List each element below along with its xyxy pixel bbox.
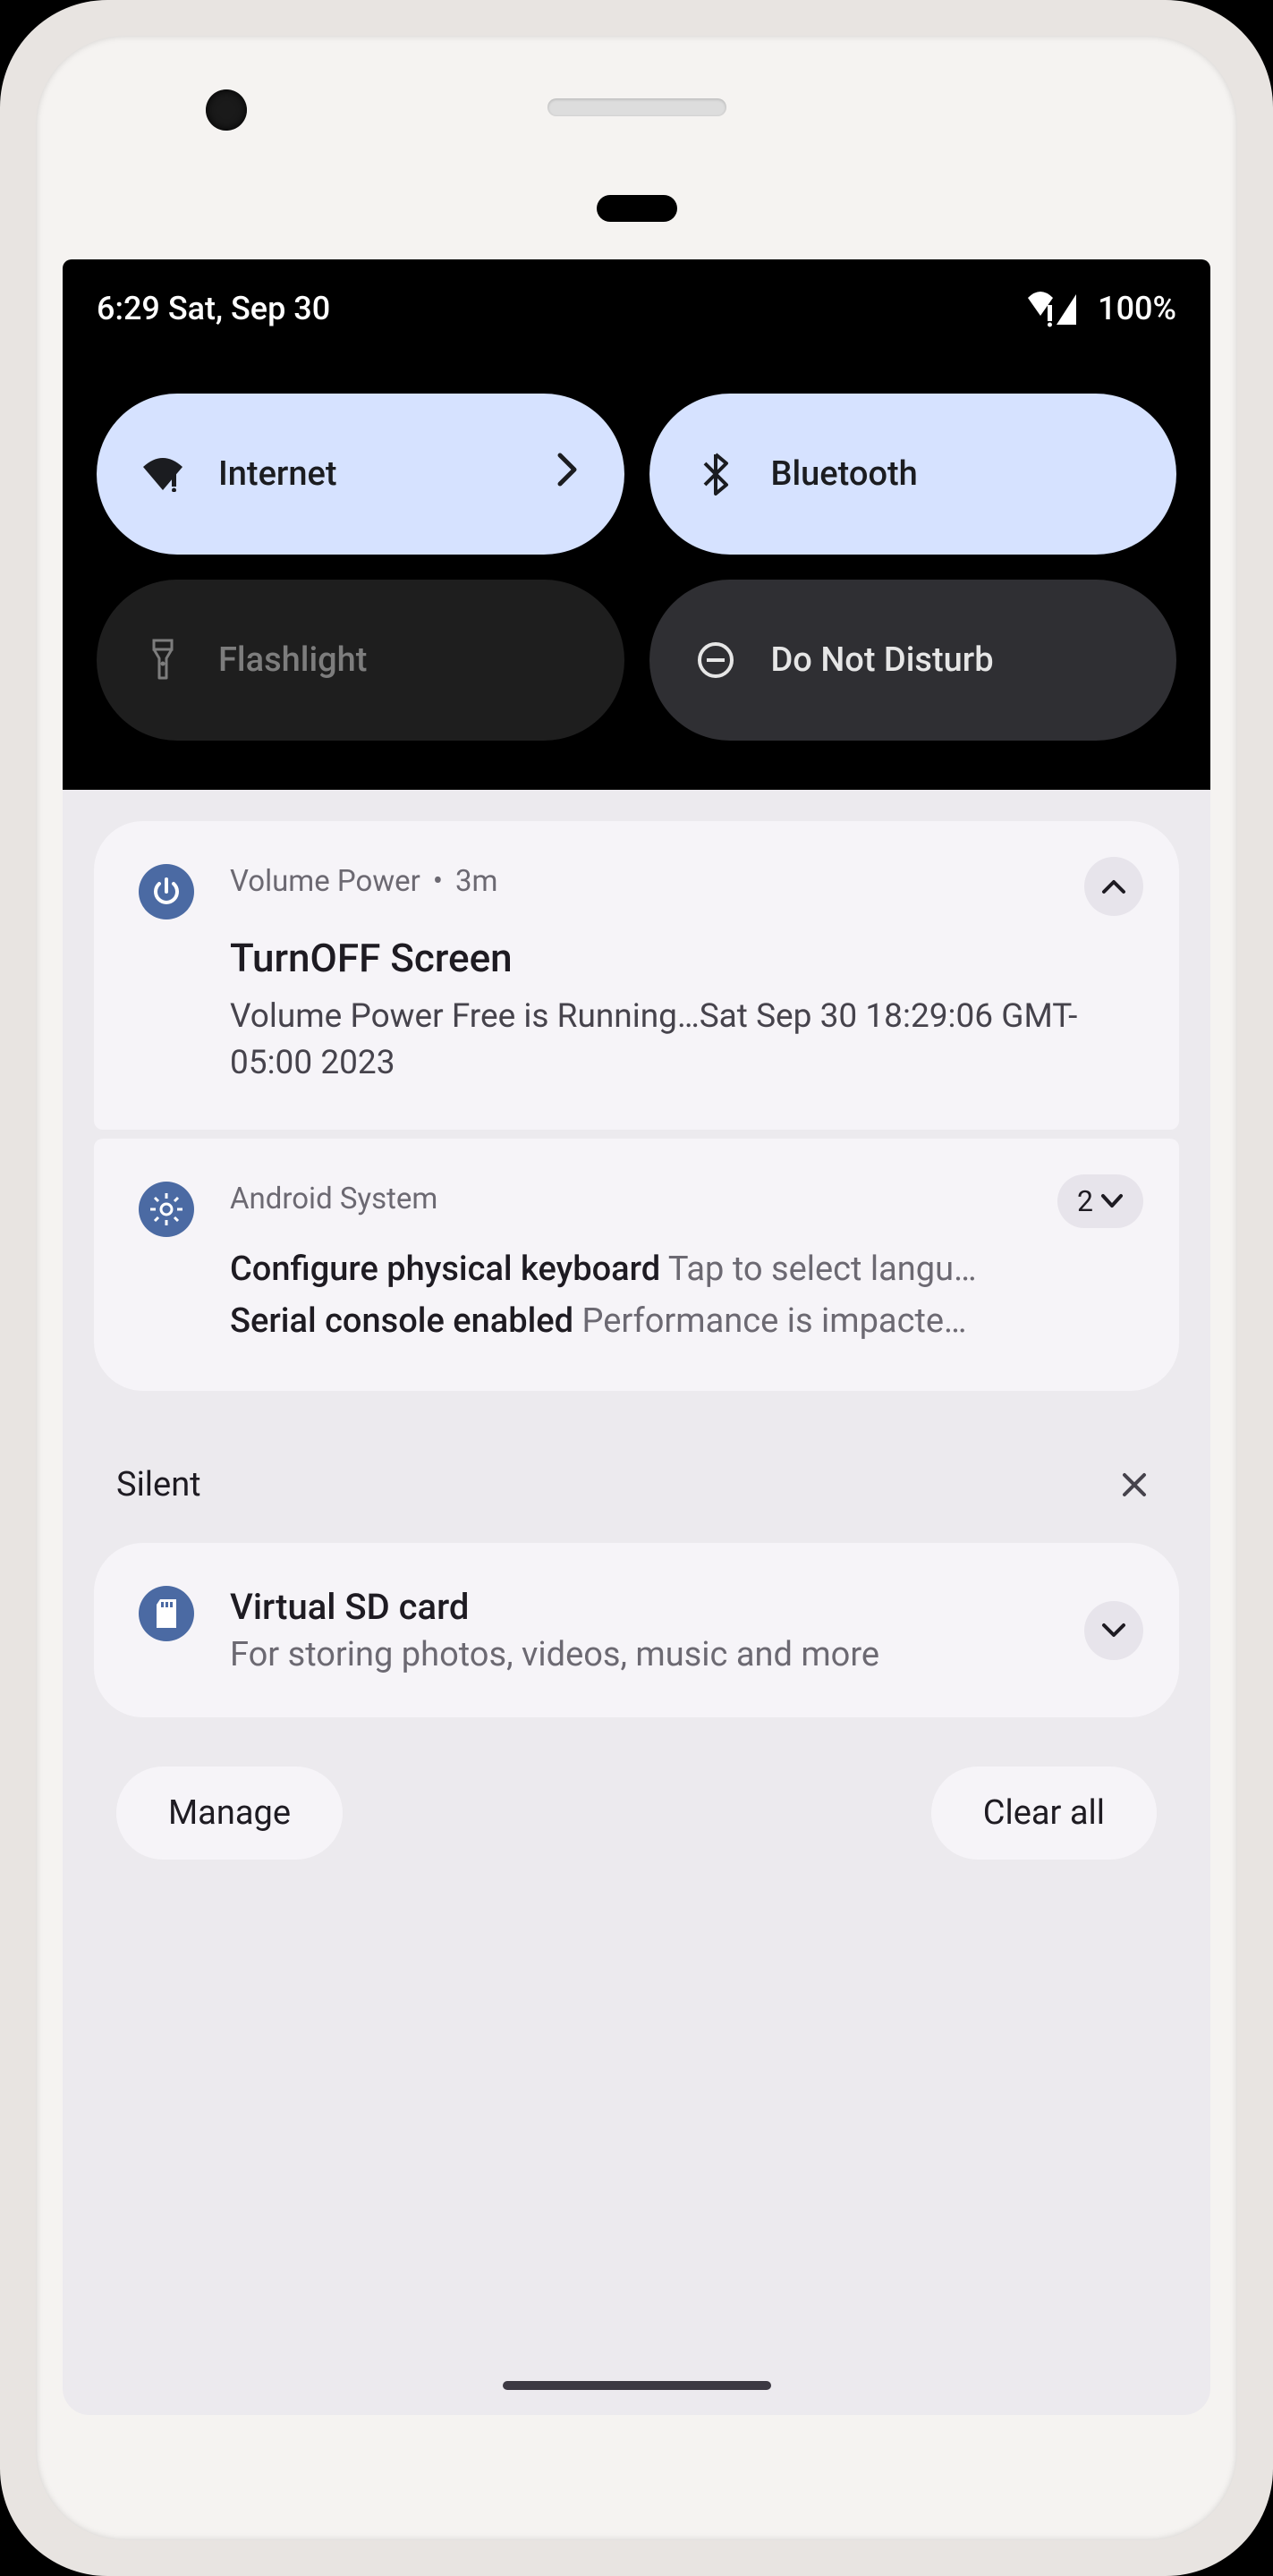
wifi-signal-icons: [1026, 289, 1078, 328]
qs-tile-bluetooth[interactable]: Bluetooth: [649, 394, 1177, 555]
status-clock-date: 6:29 Sat, Sep 30: [97, 290, 330, 327]
notification-line-1: Configure physical keyboard Tap to selec…: [230, 1243, 1134, 1296]
notification-body: Volume Power Free is Running…Sat Sep 30 …: [230, 994, 1134, 1087]
chevron-down-icon: [1100, 1622, 1127, 1640]
bluetooth-icon: [694, 453, 737, 496]
chevron-right-icon: [556, 452, 580, 496]
chevron-up-icon: [1100, 877, 1127, 895]
line-title: Serial console enabled: [230, 1301, 573, 1341]
silent-label: Silent: [116, 1465, 201, 1504]
line-body: Performance is impacte…: [581, 1301, 966, 1341]
device-frame: 6:29 Sat, Sep 30 100%: [0, 0, 1273, 2576]
gear-icon: [139, 1182, 194, 1237]
dismiss-silent-button[interactable]: [1112, 1462, 1157, 1507]
notification-header: Volume Power • 3m: [230, 864, 1134, 899]
clear-all-button[interactable]: Clear all: [931, 1767, 1157, 1860]
notification-body: For storing photos, videos, music and mo…: [230, 1635, 1134, 1674]
clear-all-label: Clear all: [983, 1793, 1105, 1833]
collapse-button[interactable]: [1084, 857, 1143, 916]
quick-settings-tiles: Internet Bluetooth: [97, 394, 1176, 741]
manage-label: Manage: [168, 1793, 291, 1833]
wifi-icon: [141, 453, 184, 496]
notification-region: Volume Power • 3m TurnOFF Screen Volume …: [63, 790, 1210, 1860]
expand-group-button[interactable]: 2: [1057, 1174, 1143, 1228]
status-bar: 6:29 Sat, Sep 30 100%: [97, 259, 1176, 358]
expand-button[interactable]: [1084, 1601, 1143, 1660]
earpiece-speaker: [547, 98, 726, 116]
notification-list: Volume Power • 3m TurnOFF Screen Volume …: [63, 790, 1210, 1391]
qs-dnd-label: Do Not Disturb: [771, 640, 994, 680]
notification-volume-power[interactable]: Volume Power • 3m TurnOFF Screen Volume …: [94, 821, 1179, 1130]
notification-title: TurnOFF Screen: [230, 935, 1134, 981]
group-count: 2: [1077, 1184, 1093, 1218]
notification-app-name: Android System: [230, 1182, 437, 1216]
quick-settings-panel: 6:29 Sat, Sep 30 100%: [63, 259, 1210, 790]
battery-percentage: 100%: [1098, 290, 1176, 327]
dnd-icon: [694, 639, 737, 682]
notification-android-system[interactable]: Android System Configure physical keyboa…: [94, 1139, 1179, 1392]
silent-section-header: Silent: [63, 1400, 1210, 1543]
power-icon: [139, 864, 194, 919]
notification-header: Android System: [230, 1182, 1134, 1216]
line-title: Configure physical keyboard: [230, 1250, 660, 1289]
line-body: Tap to select langu…: [668, 1250, 977, 1289]
qs-tile-flashlight[interactable]: Flashlight: [97, 580, 624, 741]
close-icon: [1119, 1470, 1150, 1500]
notification-age: 3m: [455, 864, 498, 899]
qs-internet-label: Internet: [218, 454, 337, 494]
status-right-cluster: 100%: [1026, 289, 1176, 328]
chevron-down-icon: [1100, 1193, 1124, 1209]
notification-footer: Manage Clear all: [63, 1717, 1210, 1860]
qs-tile-dnd[interactable]: Do Not Disturb: [649, 580, 1177, 741]
separator-dot: •: [433, 864, 443, 899]
front-camera: [206, 89, 247, 131]
screen: 6:29 Sat, Sep 30 100%: [63, 259, 1210, 2415]
sd-card-icon: [139, 1586, 194, 1641]
qs-flashlight-label: Flashlight: [218, 640, 367, 680]
notification-app-name: Volume Power: [230, 864, 420, 899]
flashlight-icon: [141, 639, 184, 682]
qs-tile-internet[interactable]: Internet: [97, 394, 624, 555]
notification-virtual-sd[interactable]: Virtual SD card For storing photos, vide…: [94, 1543, 1179, 1717]
qs-bluetooth-label: Bluetooth: [771, 454, 918, 494]
sensor-pill: [597, 195, 677, 222]
gesture-nav-handle[interactable]: [503, 2381, 771, 2390]
notification-line-2: Serial console enabled Performance is im…: [230, 1295, 1134, 1348]
notification-title: Virtual SD card: [230, 1586, 1134, 1628]
manage-button[interactable]: Manage: [116, 1767, 343, 1860]
